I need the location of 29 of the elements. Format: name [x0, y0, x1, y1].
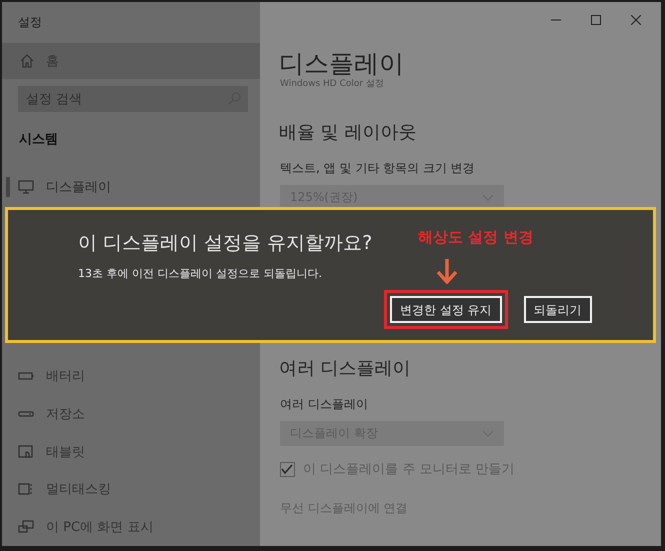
down-arrow-icon — [436, 258, 458, 284]
dialog-button[interactable]: 되돌리기 — [524, 296, 592, 323]
checkbox[interactable] — [280, 462, 295, 476]
check-icon — [281, 462, 293, 474]
close-icon[interactable] — [631, 15, 641, 25]
project-icon — [18, 519, 34, 536]
window-title: 설정 — [18, 14, 42, 31]
sidebar-item[interactable]: 이 PC에 화면 표시 — [2, 508, 260, 546]
hd-color-link[interactable]: Windows HD Color 설정 — [280, 79, 661, 90]
dialog-button[interactable]: 변경한 설정 유지 — [390, 296, 502, 323]
sidebar-item[interactable]: 태블릿 — [2, 432, 260, 471]
multitask-icon — [18, 481, 34, 498]
home-icon — [20, 54, 34, 68]
tablet-icon — [18, 444, 34, 460]
sidebar-item[interactable]: 배터리 — [2, 358, 260, 396]
field-label: 여러 디스플레이 — [280, 396, 369, 413]
dialog-message: 13초 후에 이전 디스플레이 설정으로 되돌립니다. — [78, 266, 322, 281]
field-label: 텍스트, 앱 및 기타 항목의 크기 변경 — [280, 160, 476, 177]
sidebar-item[interactable]: 디스플레이 — [2, 168, 260, 206]
dialog-title: 이 디스플레이 설정을 유지할까요? — [78, 231, 372, 256]
maximize-icon[interactable] — [591, 15, 601, 25]
display-icon — [18, 179, 34, 196]
section-heading: 배율 및 레이아웃 — [279, 121, 418, 144]
sidebar-item[interactable]: 멀티태스킹 — [2, 470, 260, 508]
section-heading: 여러 디스플레이 — [279, 357, 412, 380]
annotation-text: 해상도 설정 변경 — [418, 228, 534, 247]
section-heading: 시스템 — [19, 131, 59, 148]
page-title: 디스플레이 — [279, 49, 405, 79]
sidebar-item[interactable]: 저장소 — [2, 395, 260, 433]
